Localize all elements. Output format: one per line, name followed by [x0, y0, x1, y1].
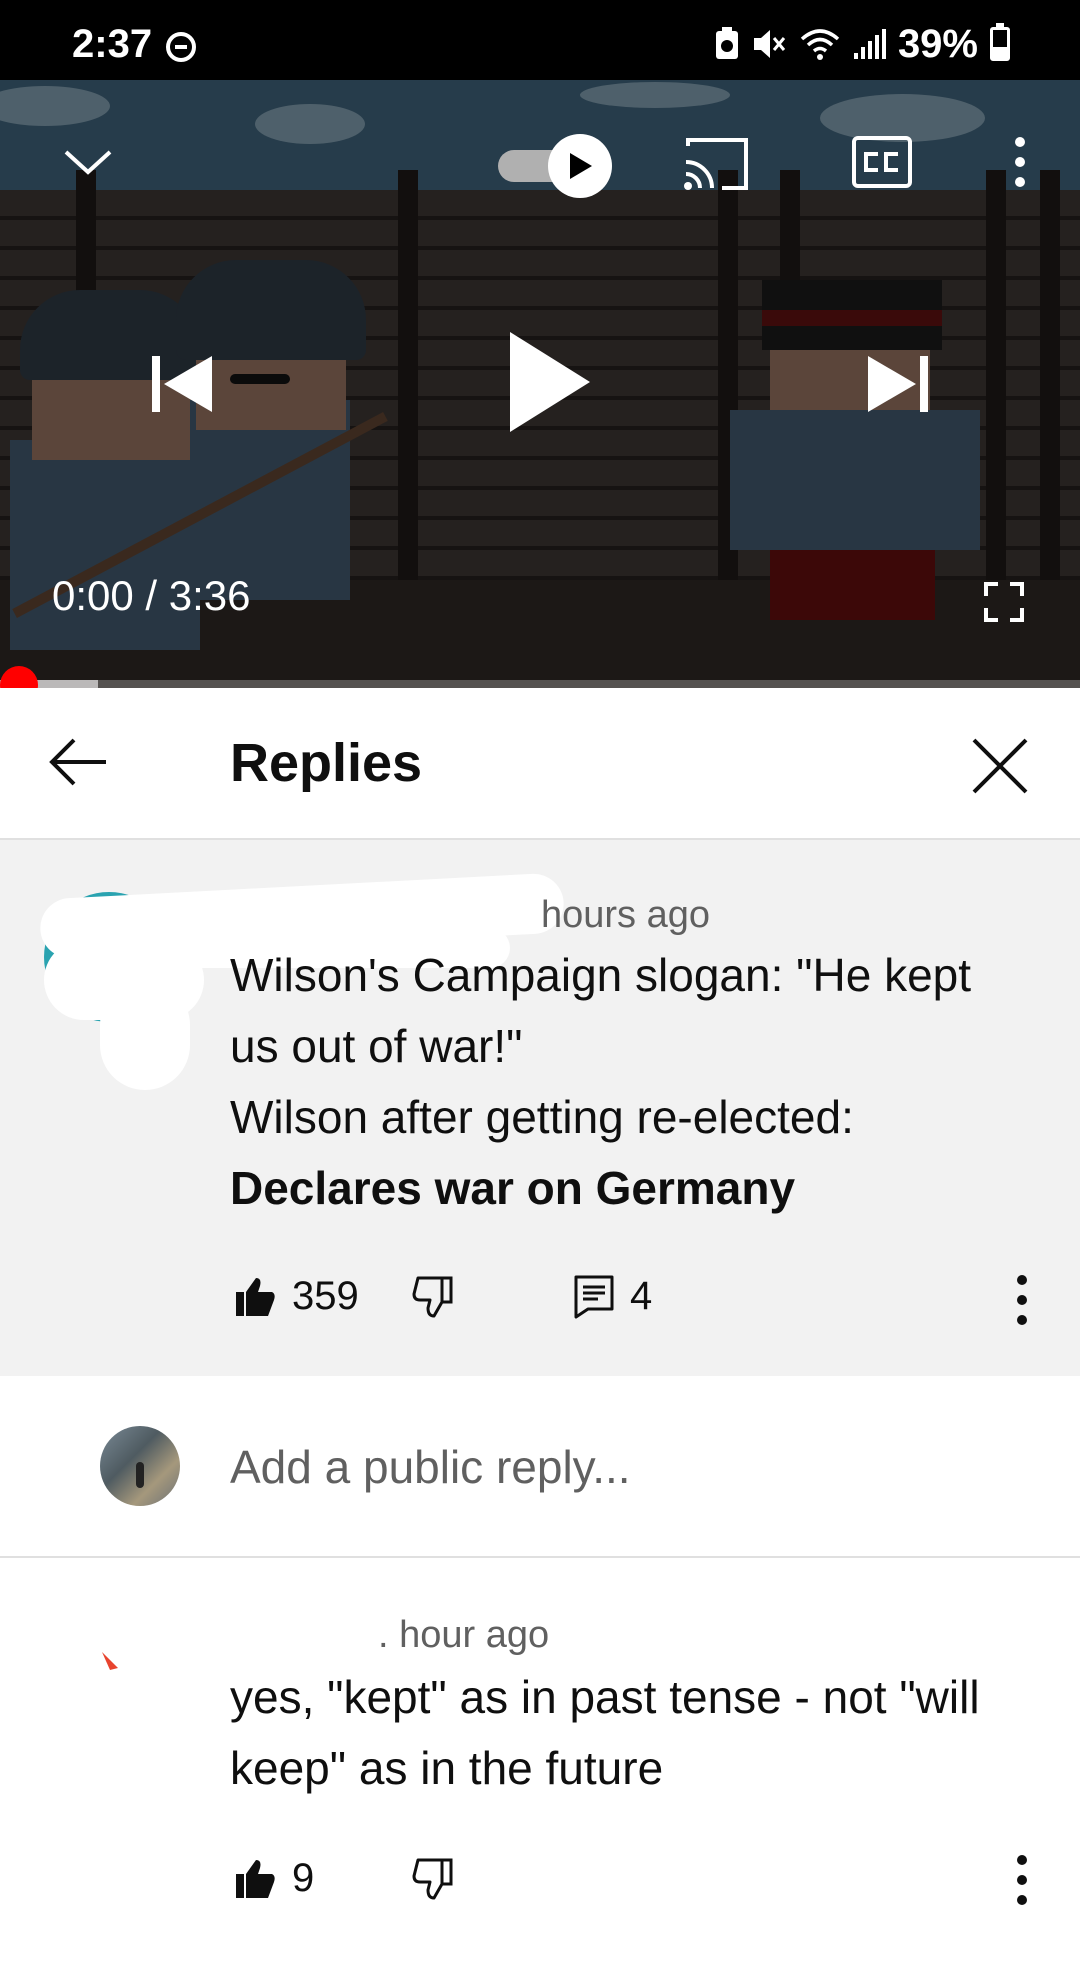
top-comment: hours ago Wilson's Campaign slogan: "He … [0, 840, 1080, 1376]
battery-icon [990, 23, 1010, 61]
thumbs-down-icon [412, 1858, 453, 1900]
reply-line: yes, "kept" as in past tense - not "will [230, 1671, 980, 1723]
reply-count: 4 [630, 1274, 653, 1318]
dislike-button[interactable] [412, 1276, 454, 1318]
reply-comment-icon [574, 1275, 614, 1318]
battery-percentage: 39% [897, 21, 978, 66]
status-bar: 2:37 39% [0, 0, 1080, 80]
fullscreen-icon[interactable] [984, 582, 1024, 622]
reply-avatar-fragment-icon[interactable] [96, 1648, 126, 1678]
battery-saver-icon [715, 27, 738, 59]
reply-item: . hour ago yes, "kept" as in past tense … [0, 1558, 1080, 1967]
thumbs-up-filled-icon [236, 1277, 275, 1316]
cast-icon[interactable] [682, 136, 750, 192]
comment-line-bold: Declares war on Germany [230, 1162, 796, 1214]
play-icon[interactable] [508, 330, 592, 434]
replies-title: Replies [230, 733, 423, 793]
like-button[interactable]: 359 [234, 1274, 359, 1319]
signal-icon [853, 29, 886, 59]
reply-line: keep" as in the future [230, 1742, 664, 1794]
more-options-icon[interactable] [1008, 134, 1032, 190]
autoplay-knob [548, 134, 612, 198]
reply-like-button[interactable]: 9 [234, 1856, 314, 1901]
reply-input-row [0, 1376, 1080, 1558]
reply-dislike-button[interactable] [412, 1858, 454, 1900]
comment-line: Wilson after getting re-elected: [230, 1091, 854, 1143]
autoplay-play-icon [570, 153, 592, 179]
redaction-mark [100, 980, 190, 1090]
comment-timestamp: hours ago [541, 894, 711, 936]
user-avatar[interactable] [100, 1426, 180, 1506]
next-video-icon[interactable] [866, 352, 930, 416]
video-player[interactable]: 0:00 / 3:36 [0, 80, 1080, 688]
back-arrow-icon[interactable] [44, 726, 116, 798]
thumbs-up-filled-icon [236, 1859, 275, 1898]
comment-line: Wilson's Campaign slogan: "He kept [230, 949, 972, 1001]
thumbs-down-icon [412, 1276, 453, 1318]
reply-like-count: 9 [292, 1856, 315, 1900]
do-not-disturb-icon [166, 32, 196, 62]
replies-header: Replies [0, 688, 1080, 840]
time-display: 0:00 / 3:36 [52, 572, 251, 619]
mute-icon [753, 30, 786, 58]
wifi-icon [800, 29, 840, 60]
autoplay-toggle[interactable] [498, 134, 612, 198]
close-icon[interactable] [960, 726, 1040, 806]
comment-line: us out of war!" [230, 1020, 523, 1072]
reply-timestamp: . hour ago [378, 1614, 550, 1656]
comment-more-icon[interactable] [1002, 1270, 1042, 1330]
like-count: 359 [292, 1274, 359, 1318]
status-time: 2:37 [72, 22, 153, 66]
replies-button[interactable]: 4 [574, 1274, 652, 1319]
captions-icon[interactable] [852, 136, 912, 188]
reply-more-icon[interactable] [1002, 1850, 1042, 1910]
comment-body: Wilson's Campaign slogan: "He kept us ou… [230, 940, 971, 1224]
previous-video-icon[interactable] [150, 352, 214, 416]
reply-input[interactable] [230, 1432, 1010, 1502]
progress-track[interactable] [0, 680, 1080, 688]
minimize-chevron-icon[interactable] [62, 146, 114, 178]
status-indicators: 39% [714, 22, 1010, 66]
reply-body: yes, "kept" as in past tense - not "will… [230, 1662, 980, 1804]
